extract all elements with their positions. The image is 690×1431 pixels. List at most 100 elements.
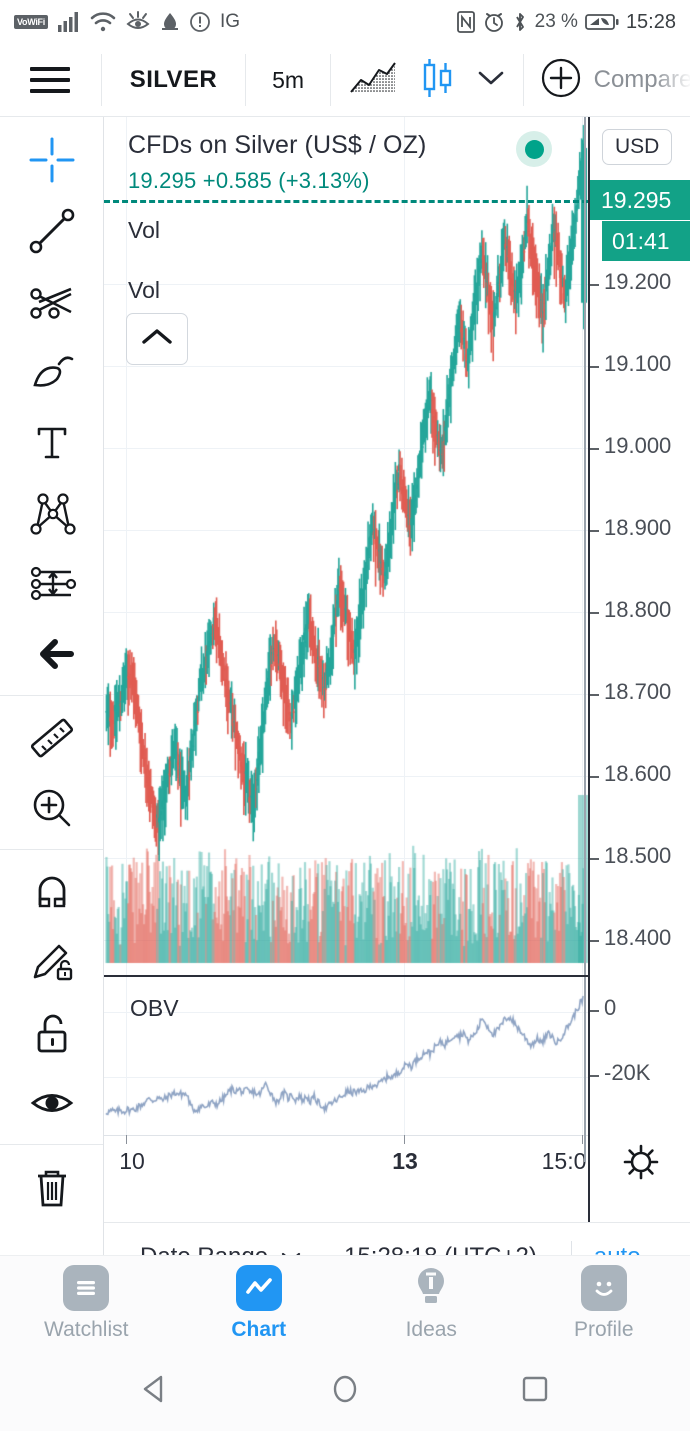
- signal-bars-icon: [57, 11, 81, 33]
- time-axis-tick: [404, 1135, 405, 1144]
- wifi-icon: [90, 11, 116, 33]
- back-triangle-icon[interactable]: [135, 1369, 175, 1414]
- last-price-line: [104, 200, 588, 203]
- chevron-down-icon[interactable]: [477, 69, 505, 92]
- time-axis-label: 10: [119, 1148, 145, 1174]
- long-position-tool[interactable]: [0, 548, 103, 619]
- lightbulb-icon: [408, 1265, 454, 1311]
- android-navigation-bar: [0, 1351, 690, 1431]
- nav-item-profile[interactable]: Profile: [518, 1265, 690, 1342]
- legend-quote: 19.295 +0.585 (+3.13%): [128, 168, 370, 193]
- battery-icon: [585, 12, 619, 32]
- status-bar-left: VoWiFi IG: [14, 11, 240, 33]
- plus-circle-icon: [540, 57, 582, 104]
- home-circle-icon[interactable]: [325, 1369, 365, 1414]
- drawing-toolbar: [0, 117, 104, 1222]
- fib-retracement-tool[interactable]: [0, 266, 103, 337]
- remove-drawings-tool[interactable]: [0, 1151, 103, 1222]
- status-bar-clock: 15:28: [625, 10, 676, 33]
- price-axis-label: 19.000: [604, 433, 672, 458]
- hamburger-menu-button[interactable]: [0, 44, 101, 116]
- hamburger-menu-icon: [30, 67, 71, 93]
- volume-legend-2: Vol: [128, 277, 160, 303]
- candlestick-icon[interactable]: [417, 57, 457, 104]
- eye-comfort-icon: [125, 11, 151, 33]
- app-screen: VoWiFi IG 23 % 15:28 SILVER 5m Compare C…: [0, 0, 690, 1431]
- price-axis-label: 18.500: [604, 843, 672, 868]
- nfc-icon: [456, 10, 476, 34]
- chevron-up-icon: [140, 327, 174, 352]
- stay-in-drawing-mode-tool[interactable]: [0, 927, 103, 998]
- data-saver-icon: [160, 11, 180, 33]
- price-axis-label: 19.200: [604, 269, 672, 294]
- obv-axis-label: 0: [604, 995, 617, 1020]
- price-axis-label: 18.600: [604, 761, 672, 786]
- chart-legend[interactable]: CFDs on Silver (US$ / OZ) 19.295 +0.585 …: [128, 131, 426, 194]
- price-axis[interactable]: USD 19.295 01:41 19.200 19.100 19.000 18…: [588, 117, 690, 1222]
- price-axis-label: 18.700: [604, 679, 672, 704]
- obv-legend-label: OBV: [130, 995, 179, 1021]
- ig-app-badge: IG: [219, 11, 241, 32]
- obv-pane[interactable]: OBV: [104, 975, 690, 1137]
- bar-countdown-tag: 01:41: [602, 221, 690, 261]
- chart-style-group: [331, 44, 523, 116]
- alarm-icon: [483, 10, 505, 34]
- toolbar-group-divider: [0, 695, 103, 697]
- market-open-dot-icon: [516, 131, 552, 167]
- price-axis-label: 18.900: [604, 515, 672, 540]
- nav-item-chart[interactable]: Chart: [173, 1265, 346, 1342]
- main-area: CFDs on Silver (US$ / OZ) 19.295 +0.585 …: [0, 117, 690, 1222]
- nav-label-watchlist: Watchlist: [44, 1318, 129, 1341]
- chart-settings-button[interactable]: [590, 1135, 690, 1193]
- nav-label-profile: Profile: [573, 1318, 634, 1341]
- hide-drawings-tool[interactable]: [0, 1068, 103, 1139]
- lock-drawings-tool[interactable]: [0, 997, 103, 1068]
- obv-axis-label: -20K: [604, 1060, 651, 1085]
- nav-item-watchlist[interactable]: Watchlist: [0, 1265, 173, 1342]
- price-pane[interactable]: CFDs on Silver (US$ / OZ) 19.295 +0.585 …: [104, 117, 690, 975]
- chart-icon: [235, 1265, 282, 1311]
- price-axis-label: 18.800: [604, 597, 672, 622]
- symbol-button[interactable]: SILVER: [102, 44, 245, 116]
- chart-canvas[interactable]: CFDs on Silver (US$ / OZ) 19.295 +0.585 …: [104, 117, 690, 1222]
- interval-button[interactable]: 5m: [246, 44, 330, 116]
- pattern-tool[interactable]: [0, 478, 103, 549]
- time-axis-label: 15:0: [541, 1148, 587, 1174]
- legend-symbol-title: CFDs on Silver (US$ / OZ): [128, 131, 427, 159]
- price-axis-label: 19.100: [604, 351, 672, 376]
- compare-button[interactable]: Compare: [524, 44, 690, 116]
- magnet-mode-tool[interactable]: [0, 856, 103, 927]
- crosshair-tool[interactable]: [0, 125, 103, 196]
- nav-label-ideas: Ideas: [405, 1318, 457, 1341]
- nav-item-ideas[interactable]: Ideas: [345, 1265, 518, 1342]
- nav-label-chart: Chart: [231, 1318, 287, 1341]
- indicators-icon[interactable]: [349, 60, 397, 101]
- bottom-navigation: Watchlist Chart Ideas Profile: [0, 1255, 690, 1351]
- current-bar-line: [584, 117, 586, 975]
- collapse-legend-button[interactable]: [126, 313, 188, 365]
- brush-tool[interactable]: [0, 337, 103, 408]
- currency-badge[interactable]: USD: [602, 129, 673, 165]
- volume-legend-1: Vol: [128, 217, 160, 243]
- current-bar-line: [584, 1134, 586, 1162]
- toolbar-group-divider: [0, 1144, 103, 1146]
- zoom-in-tool[interactable]: [0, 773, 103, 844]
- status-bar-right: 23 % 15:28: [456, 10, 676, 34]
- arrow-marker-tool[interactable]: [0, 619, 103, 690]
- trend-line-tool[interactable]: [0, 196, 103, 267]
- time-axis-label: 13: [392, 1148, 418, 1174]
- gear-icon: [621, 1142, 661, 1187]
- recents-square-icon[interactable]: [515, 1369, 555, 1414]
- price-axis-label: 18.400: [604, 925, 672, 950]
- alert-circle-icon: [189, 11, 211, 33]
- measure-tool[interactable]: [0, 702, 103, 773]
- time-axis[interactable]: 10 13 15:0: [104, 1134, 588, 1193]
- time-axis-tick: [126, 1135, 127, 1144]
- text-tool[interactable]: [0, 407, 103, 478]
- bluetooth-icon: [512, 10, 528, 34]
- vowifi-icon: VoWiFi: [14, 15, 48, 29]
- time-axis-tick: [582, 1135, 583, 1144]
- battery-percent: 23 %: [534, 11, 578, 32]
- last-price-tag: 19.295: [590, 180, 690, 220]
- compare-label: Compare: [593, 66, 690, 93]
